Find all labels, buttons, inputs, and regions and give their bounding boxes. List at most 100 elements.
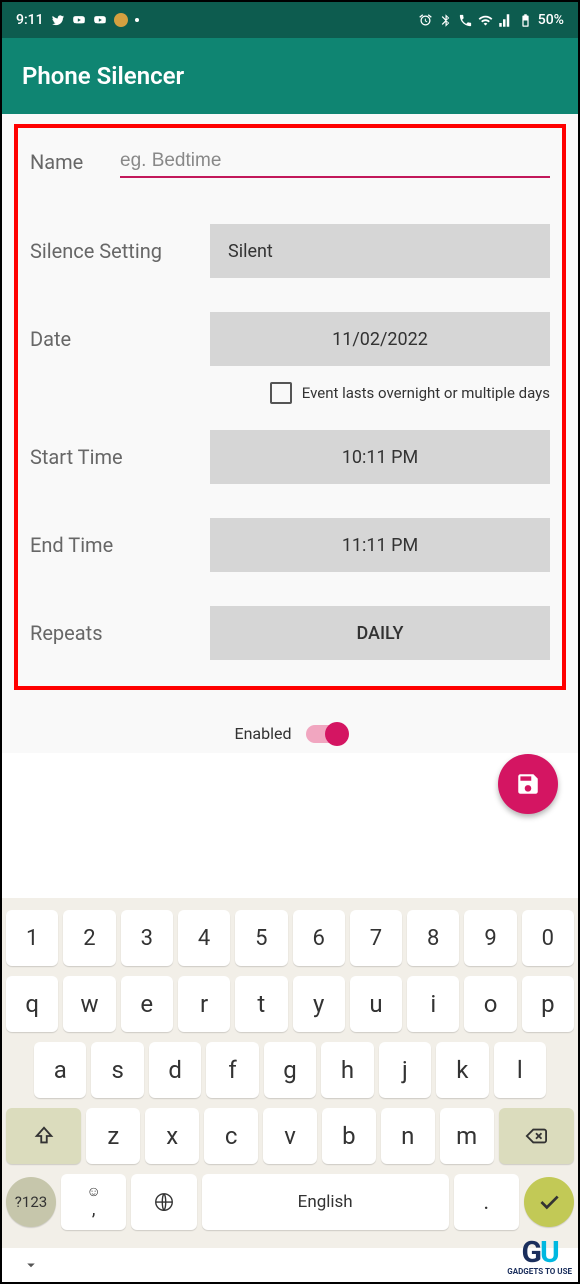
key-v[interactable]: v: [263, 1108, 317, 1164]
kb-row-qwerty: qwertyuiop: [6, 976, 574, 1032]
end-time-value[interactable]: 11:11 PM: [210, 518, 550, 572]
key-n[interactable]: n: [381, 1108, 435, 1164]
date-value[interactable]: 11/02/2022: [210, 312, 550, 366]
key-i[interactable]: i: [407, 976, 459, 1032]
key-3[interactable]: 3: [121, 910, 173, 966]
chevron-down-icon[interactable]: [22, 1256, 40, 1274]
key-j[interactable]: j: [379, 1042, 431, 1098]
status-bar: 9:11 50%: [2, 2, 578, 38]
status-time: 9:11: [16, 12, 44, 28]
phone-icon: [458, 13, 473, 28]
enabled-label: Enabled: [234, 724, 291, 743]
key-0[interactable]: 0: [522, 910, 574, 966]
symbols-key[interactable]: ?123: [6, 1177, 56, 1227]
silence-row: Silence Setting Silent: [30, 224, 550, 278]
enabled-toggle[interactable]: [306, 725, 346, 743]
start-time-row: Start Time 10:11 PM: [30, 430, 550, 484]
keyboard: 1234567890 qwertyuiop asdfghjkl zxcvbnm …: [2, 898, 578, 1248]
overnight-row[interactable]: Event lasts overnight or multiple days: [30, 382, 550, 404]
check-icon: [536, 1189, 562, 1215]
key-8[interactable]: 8: [407, 910, 459, 966]
key-5[interactable]: 5: [235, 910, 287, 966]
save-icon: [515, 771, 541, 797]
key-a[interactable]: a: [34, 1042, 86, 1098]
key-o[interactable]: o: [464, 976, 516, 1032]
kb-row-zxcv: zxcvbnm: [6, 1108, 574, 1164]
key-6[interactable]: 6: [293, 910, 345, 966]
enter-key[interactable]: [524, 1177, 574, 1227]
name-input[interactable]: [120, 146, 550, 178]
period-key[interactable]: .: [454, 1174, 519, 1230]
date-row: Date 11/02/2022: [30, 312, 550, 366]
shift-key[interactable]: [6, 1108, 81, 1164]
nav-bar: [2, 1248, 578, 1282]
status-left: 9:11: [16, 12, 139, 28]
key-7[interactable]: 7: [350, 910, 402, 966]
battery-icon: [518, 13, 533, 28]
signal-icon: [498, 13, 513, 28]
key-s[interactable]: s: [91, 1042, 143, 1098]
key-1[interactable]: 1: [6, 910, 58, 966]
repeats-value[interactable]: DAILY: [210, 606, 550, 660]
key-p[interactable]: p: [522, 976, 574, 1032]
backspace-key[interactable]: [499, 1108, 574, 1164]
key-f[interactable]: f: [206, 1042, 258, 1098]
youtube-icon-2: [93, 13, 107, 27]
end-time-row: End Time 11:11 PM: [30, 518, 550, 572]
wifi-icon: [478, 13, 493, 28]
key-z[interactable]: z: [86, 1108, 140, 1164]
kb-row-numbers: 1234567890: [6, 910, 574, 966]
form-content: Name Silence Setting Silent Date 11/02/2…: [2, 114, 578, 753]
start-time-value[interactable]: 10:11 PM: [210, 430, 550, 484]
kb-row-bottom: ?123 ☺ , English .: [6, 1174, 574, 1230]
key-d[interactable]: d: [149, 1042, 201, 1098]
key-w[interactable]: w: [63, 976, 115, 1032]
battery-percent: 50%: [538, 12, 564, 28]
key-x[interactable]: x: [145, 1108, 199, 1164]
kb-row-asdf: asdfghjkl: [6, 1042, 574, 1098]
key-y[interactable]: y: [293, 976, 345, 1032]
language-key[interactable]: [131, 1174, 196, 1230]
enabled-row: Enabled: [14, 724, 566, 743]
date-label: Date: [30, 327, 210, 351]
globe-icon: [153, 1191, 175, 1213]
app-icon: [114, 13, 128, 27]
repeats-label: Repeats: [30, 621, 210, 645]
key-t[interactable]: t: [235, 976, 287, 1032]
bluetooth-icon: [438, 13, 453, 28]
shift-icon: [33, 1125, 55, 1147]
app-bar: Phone Silencer: [2, 38, 578, 114]
key-c[interactable]: c: [204, 1108, 258, 1164]
overnight-label: Event lasts overnight or multiple days: [302, 384, 550, 402]
comma-icon: ,: [92, 1201, 96, 1219]
name-row: Name: [30, 146, 550, 178]
key-4[interactable]: 4: [178, 910, 230, 966]
key-l[interactable]: l: [494, 1042, 546, 1098]
key-k[interactable]: k: [436, 1042, 488, 1098]
key-9[interactable]: 9: [464, 910, 516, 966]
status-right: 50%: [418, 12, 564, 28]
key-m[interactable]: m: [440, 1108, 494, 1164]
key-r[interactable]: r: [178, 976, 230, 1032]
repeats-row: Repeats DAILY: [30, 606, 550, 660]
key-2[interactable]: 2: [63, 910, 115, 966]
twitter-icon: [51, 13, 65, 27]
key-u[interactable]: u: [350, 976, 402, 1032]
key-h[interactable]: h: [321, 1042, 373, 1098]
highlight-box: Name Silence Setting Silent Date 11/02/2…: [14, 124, 566, 690]
key-b[interactable]: b: [322, 1108, 376, 1164]
dot-icon: [135, 18, 139, 22]
save-fab[interactable]: [498, 754, 558, 814]
start-time-label: Start Time: [30, 445, 210, 469]
silence-label: Silence Setting: [30, 239, 210, 263]
end-time-label: End Time: [30, 533, 210, 557]
key-e[interactable]: e: [121, 976, 173, 1032]
key-q[interactable]: q: [6, 976, 58, 1032]
key-g[interactable]: g: [264, 1042, 316, 1098]
overnight-checkbox[interactable]: [270, 382, 292, 404]
app-title: Phone Silencer: [22, 62, 184, 90]
space-key[interactable]: English: [202, 1174, 449, 1230]
silence-value[interactable]: Silent: [210, 224, 550, 278]
emoji-key[interactable]: ☺ ,: [61, 1174, 126, 1230]
alarm-icon: [418, 13, 433, 28]
